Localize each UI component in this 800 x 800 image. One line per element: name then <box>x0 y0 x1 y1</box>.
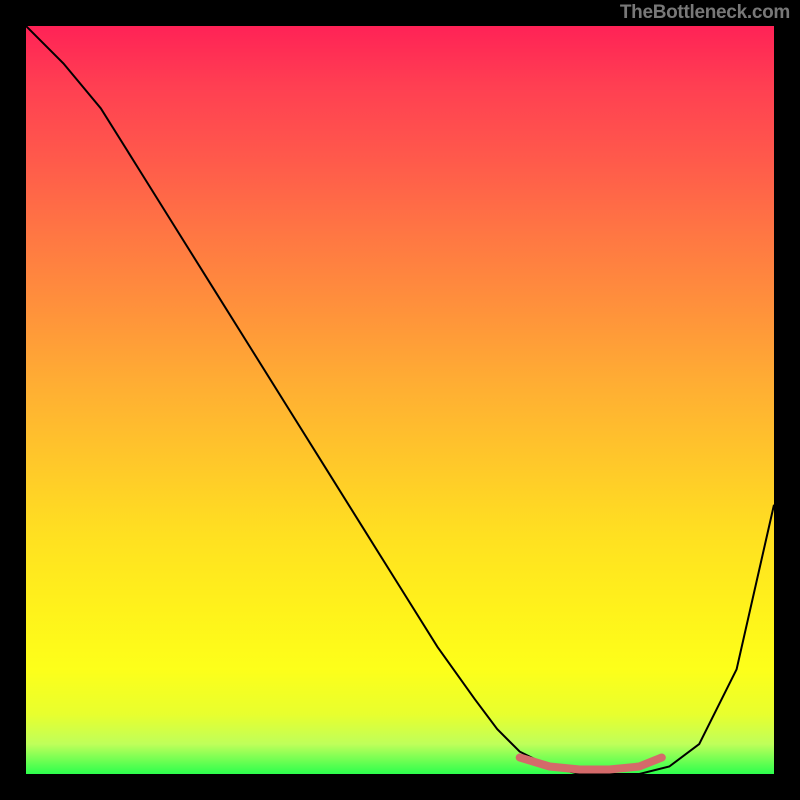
chart-svg <box>26 26 774 774</box>
chart-plot-area <box>26 26 774 774</box>
curve-path <box>26 26 774 774</box>
attribution-text: TheBottleneck.com <box>620 2 790 24</box>
flat-marker-path <box>520 758 662 770</box>
